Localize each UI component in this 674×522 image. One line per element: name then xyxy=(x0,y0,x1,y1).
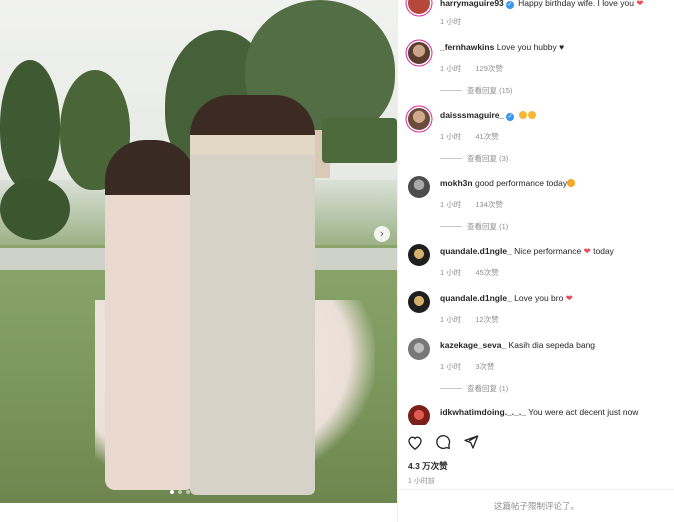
comment-username[interactable]: daisssmaguire_ xyxy=(440,110,504,120)
next-photo-icon[interactable]: › xyxy=(374,226,390,242)
comment-likes[interactable]: 134次赞 xyxy=(475,200,503,209)
comment-icon[interactable] xyxy=(434,433,452,451)
view-replies-button[interactable]: 查看回复 (3) xyxy=(440,153,508,164)
avatar[interactable] xyxy=(408,0,430,14)
replies-divider xyxy=(440,158,462,159)
post-photo[interactable]: › xyxy=(0,0,397,503)
comment-text-row: idkwhatimdoing._._._ You were act decent… xyxy=(440,407,638,418)
view-replies-button[interactable]: 查看回复 (1) xyxy=(440,221,508,232)
comment-text-row: quandale.d1ngle_ Love you bro ❤ xyxy=(440,293,573,304)
replies-divider xyxy=(440,388,462,389)
share-icon[interactable] xyxy=(462,433,480,451)
comment-text-row: mokh3n good performance today xyxy=(440,178,576,189)
comment-time: 1 小时 xyxy=(440,17,462,26)
comment-meta: 1 小时 45次赞 xyxy=(440,267,511,278)
comment-text-row: kazekage_seva_ Kasih dia sepeda bang xyxy=(440,340,595,351)
photo-tree xyxy=(0,60,60,190)
view-replies-label: 查看回复 (1) xyxy=(467,384,509,393)
comment-meta: 1 小时 xyxy=(440,16,473,27)
comment-text-row: harrymaguire93 ✓ Happy birthday wife. I l… xyxy=(440,0,643,9)
avatar[interactable] xyxy=(408,291,430,313)
view-replies-label: 查看回复 (1) xyxy=(467,222,509,231)
comment-likes[interactable]: 12次赞 xyxy=(475,315,498,324)
comment-username[interactable]: idkwhatimdoing._._._ xyxy=(440,407,526,417)
comment-username[interactable]: harrymaguire93 xyxy=(440,0,504,8)
comment-body: Love you bro xyxy=(514,293,564,303)
heart-eyes-emoji-icon xyxy=(527,111,536,119)
comment-likes[interactable]: 3次赞 xyxy=(475,362,494,371)
avatar[interactable] xyxy=(408,42,430,64)
photo-groom xyxy=(190,95,315,495)
view-replies-button[interactable]: 查看回复 (1) xyxy=(440,383,508,394)
view-replies-label: 查看回复 (3) xyxy=(467,154,509,163)
comments-panel: harrymaguire93 ✓ Happy birthday wife. I l… xyxy=(397,0,674,522)
comment-username[interactable]: quandale.d1ngle_ xyxy=(440,246,512,256)
comment-username[interactable]: _fernhawkins xyxy=(440,42,494,52)
comment-text-row: _fernhawkins Love you hubby ♥ xyxy=(440,42,564,53)
comment-text-row: daisssmaguire_ ✓ xyxy=(440,110,536,121)
comment-meta: 1 小时 3次赞 xyxy=(440,361,507,372)
comment-likes[interactable]: 129次赞 xyxy=(475,64,503,73)
like-icon[interactable] xyxy=(406,433,424,451)
comment-list[interactable]: harrymaguire93 ✓ Happy birthday wife. I l… xyxy=(398,0,674,425)
comment-time: 1 小时 xyxy=(440,268,462,277)
comment-time: 1 小时 xyxy=(440,200,462,209)
comment-body: Nice performance xyxy=(514,246,582,256)
like-count[interactable]: 4.3 万次赞 xyxy=(408,460,448,472)
comment-meta: 1 小时 129次赞 xyxy=(440,63,515,74)
avatar[interactable] xyxy=(408,405,430,425)
comment-likes[interactable]: 45次赞 xyxy=(475,268,498,277)
comments-closed-notice: 这篇帖子限制评论了。 xyxy=(398,489,674,522)
comment-time: 1 小时 xyxy=(440,362,462,371)
comment-body: Happy birthday wife. I love you xyxy=(518,0,634,8)
comment-body: You were act decent just now xyxy=(528,407,639,417)
comment-time: 1 小时 xyxy=(440,132,462,141)
verified-badge-icon: ✓ xyxy=(505,1,514,9)
comment-body: Love you hubby ♥ xyxy=(496,42,565,52)
replies-divider xyxy=(440,90,462,91)
comment-username[interactable]: mokh3n xyxy=(440,178,473,188)
comment-likes[interactable]: 41次赞 xyxy=(475,132,498,141)
avatar[interactable] xyxy=(408,176,430,198)
heart-emoji-icon: ❤ xyxy=(565,293,573,303)
photo-bride xyxy=(105,140,195,490)
clap-emoji-icon xyxy=(567,179,576,187)
heart-emoji-icon: ❤ xyxy=(636,0,644,8)
comment-meta: 1 小时 134次赞 xyxy=(440,199,515,210)
comment-username[interactable]: kazekage_seva_ xyxy=(440,340,506,350)
photo-hedge xyxy=(322,118,397,163)
comment-body-tail: today xyxy=(593,246,614,256)
post-time: 1 小时前 xyxy=(408,478,435,485)
view-replies-label: 查看回复 (15) xyxy=(467,86,513,95)
heart-emoji-icon: ❤ xyxy=(583,246,591,256)
photo-pagination-dots xyxy=(170,490,190,494)
post-actions xyxy=(406,433,480,451)
comment-body: Kasih dia sepeda bang xyxy=(508,340,596,350)
avatar[interactable] xyxy=(408,338,430,360)
verified-badge-icon: ✓ xyxy=(506,113,515,121)
comment-body: good performance today xyxy=(474,178,568,188)
comment-time: 1 小时 xyxy=(440,315,462,324)
view-replies-button[interactable]: 查看回复 (15) xyxy=(440,85,512,96)
avatar[interactable] xyxy=(408,108,430,130)
comment-time: 1 小时 xyxy=(440,64,462,73)
comment-meta: 1 小时 12次赞 xyxy=(440,314,511,325)
heart-eyes-emoji-icon xyxy=(518,111,527,119)
replies-divider xyxy=(440,226,462,227)
comment-username[interactable]: quandale.d1ngle_ xyxy=(440,293,512,303)
avatar[interactable] xyxy=(408,244,430,266)
comment-text-row: quandale.d1ngle_ Nice performance ❤ toda… xyxy=(440,246,614,257)
photo-bush xyxy=(0,178,70,240)
comment-meta: 1 小时 41次赞 xyxy=(440,131,511,142)
